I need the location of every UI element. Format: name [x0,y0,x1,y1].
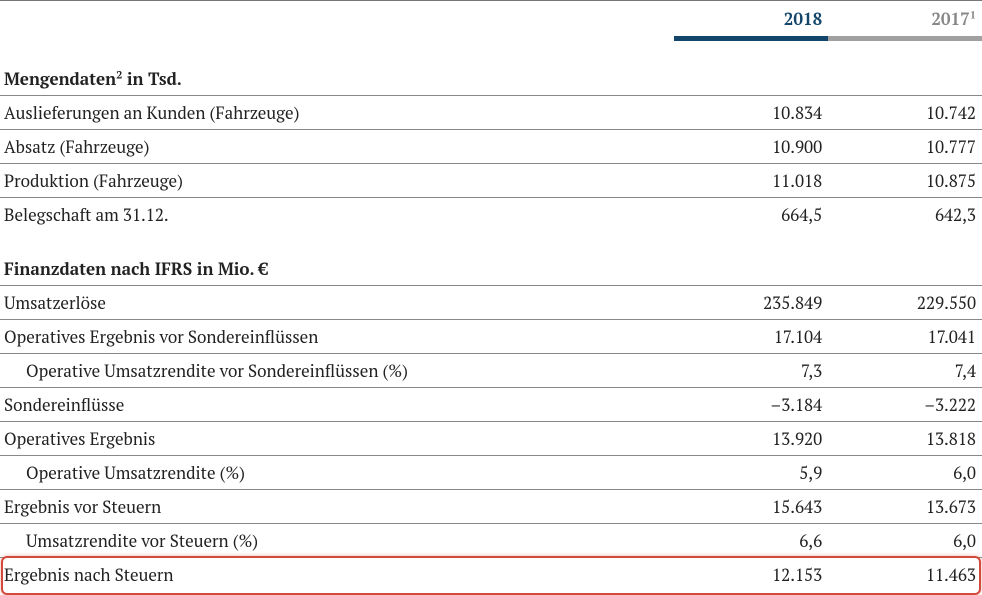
row-value-2017: –3.222 [828,388,982,422]
table-row: Produktion (Fahrzeuge)11.01810.875 [0,164,982,198]
row-label: Sondereinflüsse [0,388,674,422]
table-row: Ergebnis vor Steuern15.64313.673 [0,490,982,524]
table-row: Absatz (Fahrzeuge)10.90010.777 [0,130,982,164]
section-title-mengendaten: Mengendaten2 in Tsd. [0,51,674,96]
row-value-2018: 17.104 [674,320,828,354]
column-header-2018: 2018 [674,1,828,36]
row-value-2018: 15.643 [674,490,828,524]
row-value-2017: 10.777 [828,130,982,164]
table-row: Belegschaft am 31.12.664,5642,3 [0,198,982,232]
row-label: Produktion (Fahrzeuge) [0,164,674,198]
row-value-2018: 5,9 [674,456,828,490]
row-value-2017: 7,4 [828,354,982,388]
row-value-2018: 10.834 [674,96,828,130]
row-value-2018: 7,3 [674,354,828,388]
table-row: Operative Umsatzrendite (%)5,96,0 [0,456,982,490]
row-label: Operatives Ergebnis [0,422,674,456]
column-header-2017: 20171 [828,1,982,36]
row-value-2018: 235.849 [674,286,828,320]
row-label: Operatives Ergebnis vor Sondereinflüssen [0,320,674,354]
section-title-finanzdaten: Finanzdaten nach IFRS in Mio. € [0,241,674,286]
table-row: Operatives Ergebnis13.92013.818 [0,422,982,456]
row-value-2017: 13.818 [828,422,982,456]
row-value-2018: 13.920 [674,422,828,456]
row-label: Umsatzrendite vor Steuern (%) [0,524,674,558]
table-row: Umsatzerlöse235.849229.550 [0,286,982,320]
row-value-2018: 10.900 [674,130,828,164]
row-value-2017: 10.875 [828,164,982,198]
financial-table: 2018 20171 Mengendaten2 in Tsd. Ausliefe… [0,0,982,591]
row-value-2018: 11.018 [674,164,828,198]
row-label: Belegschaft am 31.12. [0,198,674,232]
row-value-2018: 664,5 [674,198,828,232]
row-value-2017: 17.041 [828,320,982,354]
row-value-2018: –3.184 [674,388,828,422]
table-row: Operative Umsatzrendite vor Sondereinflü… [0,354,982,388]
row-label: Operative Umsatzrendite vor Sondereinflü… [0,354,674,388]
table-row: Auslieferungen an Kunden (Fahrzeuge)10.8… [0,96,982,130]
row-value-2017: 6,0 [828,524,982,558]
row-value-2017: 13.673 [828,490,982,524]
row-label: Ergebnis vor Steuern [0,490,674,524]
row-value-2018: 6,6 [674,524,828,558]
row-value-2017: 642,3 [828,198,982,232]
table-row: Sondereinflüsse–3.184–3.222 [0,388,982,422]
row-label: Operative Umsatzrendite (%) [0,456,674,490]
row-value-2017: 6,0 [828,456,982,490]
row-label: Auslieferungen an Kunden (Fahrzeuge) [0,96,674,130]
table-row: Umsatzrendite vor Steuern (%)6,66,0 [0,524,982,558]
row-label: Absatz (Fahrzeuge) [0,130,674,164]
row-label: Umsatzerlöse [0,286,674,320]
row-value-2017: 229.550 [828,286,982,320]
table-row: Operatives Ergebnis vor Sondereinflüssen… [0,320,982,354]
row-value-2017: 10.742 [828,96,982,130]
